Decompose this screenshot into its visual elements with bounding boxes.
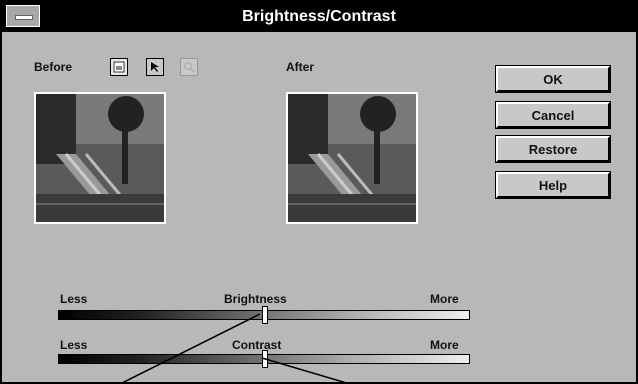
callout-lines xyxy=(119,313,351,384)
